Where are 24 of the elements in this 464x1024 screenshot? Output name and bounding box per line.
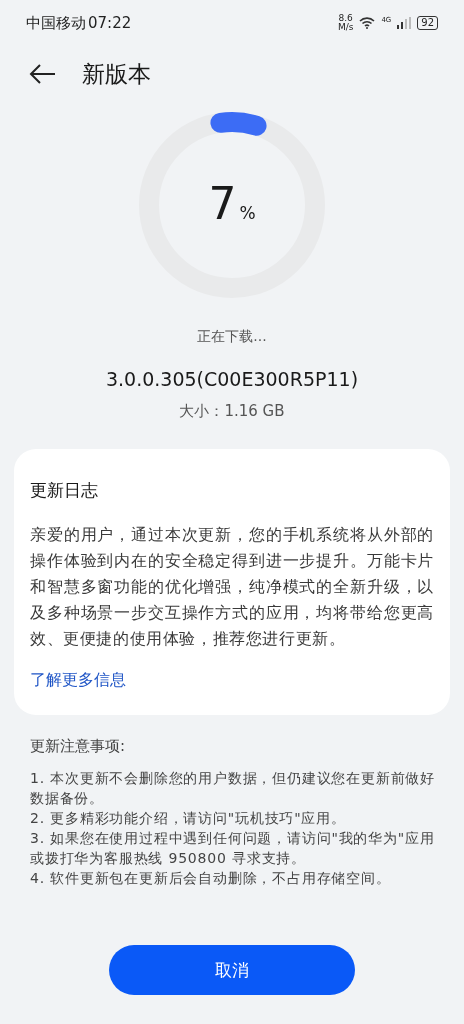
note-text: 2. 更多精彩功能介绍，请访问"玩机技巧"应用。: [30, 809, 347, 828]
changelog-text: 亲爱的用户，通过本次更新，您的手机系统将从外部的操作体验到内在的安全稳定得到进一步提升。万能卡片和智慧多窗功能的优化增强，纯净模式的全新升级，以及多种场景一步交互操作方式的应用，均将带给您更高效、更便捷的使用体验，推荐您进行更新。: [30, 524, 434, 650]
page-title: 新版本: [82, 59, 151, 89]
download-status: 正在下载...: [197, 328, 267, 346]
package-size: 大小：1.16 GB: [179, 402, 285, 421]
progress-percent: 7: [208, 182, 237, 226]
clock-time: 07:22: [88, 13, 132, 33]
version-number: 3.0.0.305(C00E300R5P11): [105, 368, 359, 390]
note-text: 3. 如果您在使用过程中遇到任何问题，请访问"我的华为"应用或拨打华为客服热线 950800 寻求支持。: [30, 829, 436, 868]
notes-title: 更新注意事项:: [30, 737, 127, 756]
wifi-icon: [359, 17, 376, 29]
signal-icon: [397, 17, 412, 29]
note-text: 4. 软件更新包在更新后会自动删除，不占用存储空间。: [30, 869, 392, 888]
changelog-title: 更新日志: [30, 479, 99, 502]
learn-more-link[interactable]: 了解更多信息: [30, 670, 126, 691]
carrier-name: 中国移动: [26, 13, 86, 33]
network-speed: 8.6 M/s: [337, 14, 354, 32]
percent-sign: %: [239, 203, 256, 223]
note-text: 1. 本次更新不会删除您的用户数据，但仍建议您在更新前做好数据备份。: [30, 769, 436, 808]
back-arrow-icon: [28, 63, 56, 85]
progress-arc: [210, 112, 267, 136]
battery-level: 92: [417, 16, 438, 30]
back-button[interactable]: [28, 63, 56, 85]
cancel-button[interactable]: 取消: [109, 945, 355, 995]
